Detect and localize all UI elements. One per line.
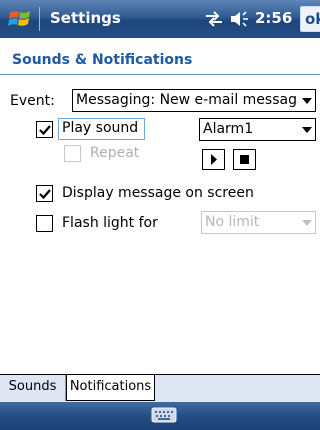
chevron-down-icon	[302, 98, 312, 104]
display-message-label[interactable]: Display message on screen	[62, 185, 254, 201]
chevron-down-icon	[302, 127, 312, 133]
checkmark-icon	[39, 125, 51, 136]
title-bar: Settings 2:56 ok	[0, 0, 320, 38]
header-divider	[0, 74, 320, 75]
tab-notifications[interactable]: Notifications	[66, 375, 155, 401]
stop-icon	[240, 155, 249, 164]
display-message-checkbox[interactable]	[36, 185, 53, 202]
play-button[interactable]	[202, 149, 225, 170]
play-sound-checkbox[interactable]	[36, 121, 53, 138]
event-dropdown-value: Messaging: New e-mail messag	[76, 92, 297, 108]
sound-dropdown-value: Alarm1	[203, 121, 254, 137]
checkmark-icon	[39, 189, 51, 200]
tab-notifications-label: Notifications	[69, 379, 152, 394]
clock[interactable]: 2:56	[255, 9, 292, 27]
windows-start-icon[interactable]	[8, 8, 32, 30]
connectivity-icon[interactable]	[203, 10, 225, 28]
sound-dropdown[interactable]: Alarm1	[199, 118, 316, 141]
play-icon	[211, 154, 217, 165]
flash-duration-dropdown[interactable]: No limit	[201, 211, 316, 234]
chevron-down-icon	[302, 220, 312, 226]
volume-icon[interactable]	[229, 10, 251, 28]
flash-light-checkbox[interactable]	[36, 215, 53, 232]
tab-sounds-label: Sounds	[8, 379, 57, 394]
ok-button[interactable]: ok	[300, 6, 320, 32]
event-label: Event:	[10, 93, 55, 109]
keyboard-icon[interactable]	[151, 406, 177, 424]
repeat-label[interactable]: Repeat	[90, 145, 139, 161]
flash-light-label[interactable]: Flash light for	[62, 215, 158, 231]
stop-button[interactable]	[233, 149, 256, 170]
flash-duration-value: No limit	[205, 214, 260, 230]
play-sound-label[interactable]: Play sound	[62, 120, 138, 136]
repeat-checkbox[interactable]	[64, 145, 81, 162]
title-separator	[39, 7, 40, 31]
page-title: Sounds & Notifications	[12, 52, 193, 68]
event-dropdown[interactable]: Messaging: New e-mail messag	[72, 89, 316, 112]
tab-sounds[interactable]: Sounds	[0, 375, 66, 401]
window-title: Settings	[50, 9, 121, 27]
